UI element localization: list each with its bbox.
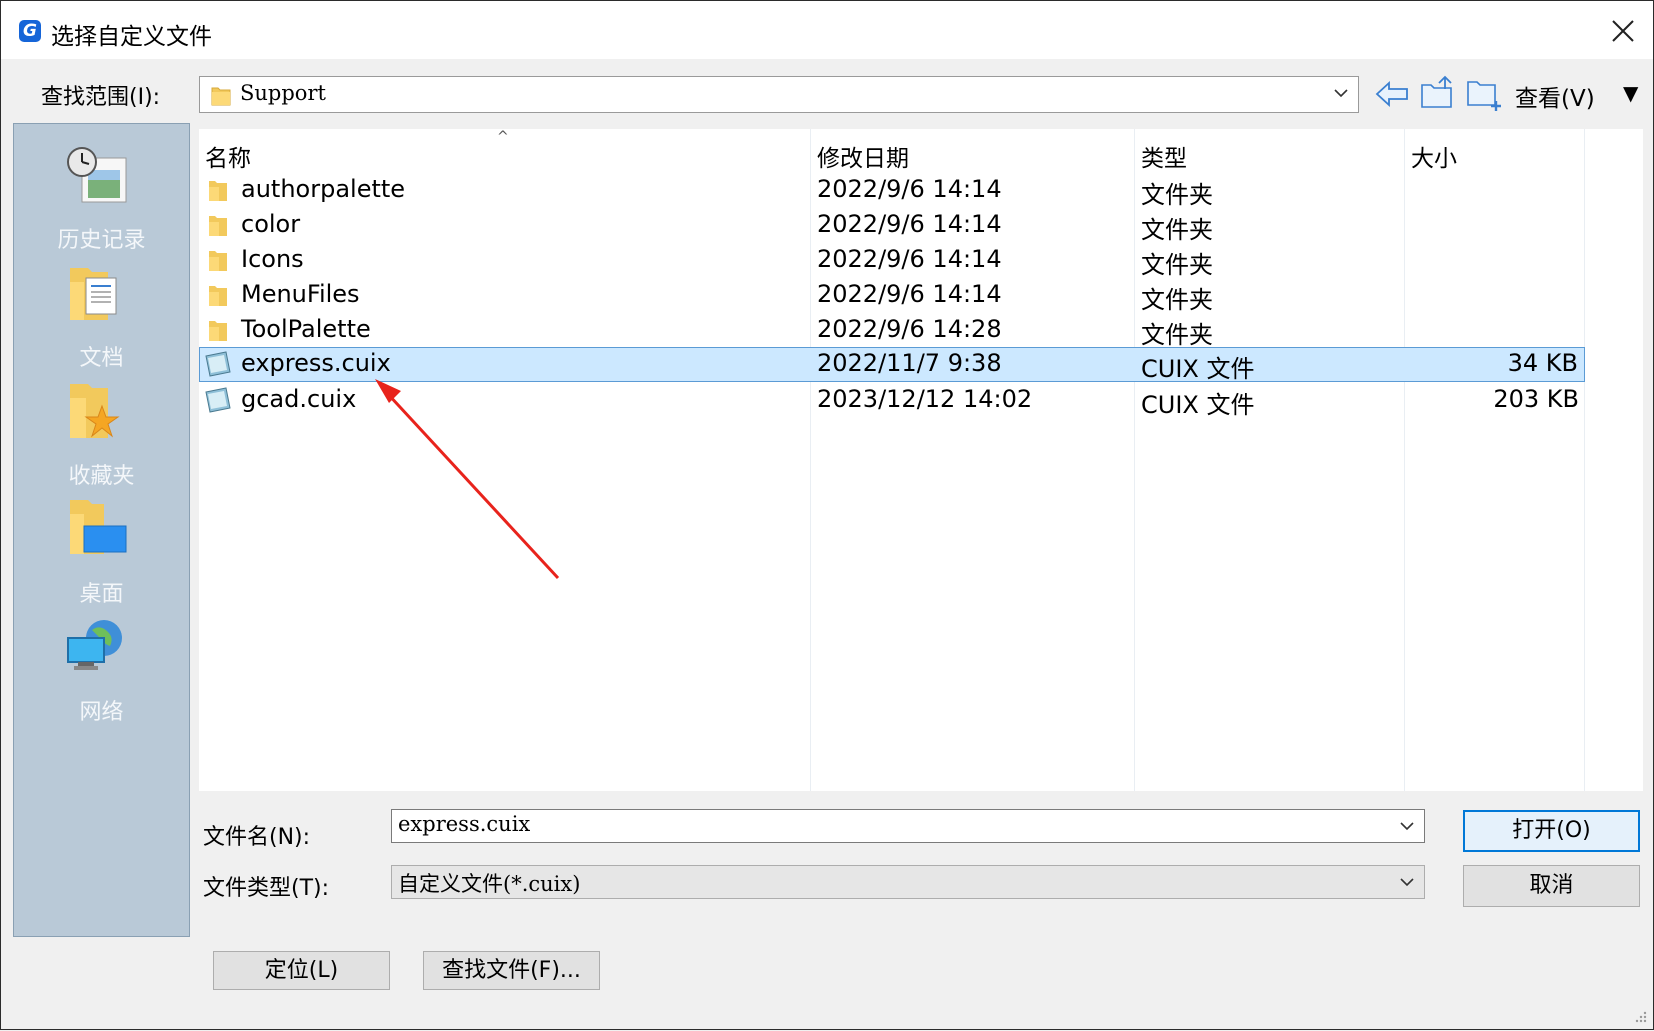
column-header-name[interactable]: 名称 bbox=[205, 139, 251, 173]
file-row[interactable]: ToolPalette 2022/9/6 14:28 文件夹 bbox=[199, 313, 1585, 349]
file-name: MenuFiles bbox=[241, 280, 360, 308]
folder-icon bbox=[209, 216, 227, 236]
file-modified: 2022/9/6 14:28 bbox=[817, 315, 1002, 343]
file-row[interactable]: Icons 2022/9/6 14:14 文件夹 bbox=[199, 243, 1585, 279]
file-row[interactable]: MenuFiles 2022/9/6 14:14 文件夹 bbox=[199, 278, 1585, 314]
file-modified: 2022/9/6 14:14 bbox=[817, 175, 1002, 203]
chevron-down-icon bbox=[1400, 878, 1414, 887]
file-modified: 2023/12/12 14:02 bbox=[817, 385, 1033, 413]
file-name: authorpalette bbox=[241, 175, 406, 203]
folder-icon bbox=[209, 321, 227, 341]
new-folder-icon bbox=[1467, 81, 1501, 111]
folder-icon bbox=[209, 251, 227, 271]
file-type: 文件夹 bbox=[1141, 286, 1213, 314]
favorites-icon bbox=[70, 384, 120, 438]
place-history[interactable]: 历史记录 bbox=[14, 132, 189, 253]
filename-label: 文件名(N): bbox=[203, 825, 311, 850]
close-icon bbox=[1612, 20, 1634, 42]
filetype-label: 文件类型(T): bbox=[203, 876, 330, 901]
cuix-file-icon bbox=[205, 351, 231, 377]
place-desktop[interactable]: 桌面 bbox=[14, 486, 189, 607]
file-list[interactable]: 名称 ^ 修改日期 类型 大小 authorpalette 2022/9/6 1… bbox=[199, 129, 1643, 791]
file-name: ToolPalette bbox=[241, 315, 371, 343]
up-folder-button[interactable] bbox=[1419, 75, 1457, 113]
locate-button[interactable]: 定位(L) bbox=[213, 951, 390, 990]
close-button[interactable] bbox=[1597, 11, 1645, 51]
file-type: 文件夹 bbox=[1141, 216, 1213, 244]
up-folder-icon bbox=[1421, 75, 1452, 108]
file-dialog-window: G 选择自定义文件 查找范围(I): Support 查看(V) ▼ 历史记录 … bbox=[0, 0, 1654, 1030]
file-row[interactable]: authorpalette 2022/9/6 14:14 文件夹 bbox=[199, 173, 1585, 209]
cancel-button[interactable]: 取消 bbox=[1463, 865, 1640, 907]
place-network[interactable]: 网络 bbox=[14, 604, 189, 725]
file-modified: 2022/11/7 9:38 bbox=[817, 349, 1002, 377]
file-size: 203 KB bbox=[1493, 385, 1579, 413]
file-row[interactable]: color 2022/9/6 14:14 文件夹 bbox=[199, 208, 1585, 244]
column-header-type[interactable]: 类型 bbox=[1141, 139, 1187, 173]
file-modified: 2022/9/6 14:14 bbox=[817, 280, 1002, 308]
documents-icon bbox=[70, 268, 117, 320]
sort-ascending-icon: ^ bbox=[497, 129, 509, 145]
view-menu-button[interactable]: 查看(V) bbox=[1515, 79, 1595, 113]
lookin-combo[interactable]: Support bbox=[199, 76, 1359, 113]
file-row[interactable]: gcad.cuix 2023/12/12 14:02 CUIX 文件 203 K… bbox=[199, 383, 1585, 419]
lookin-value: Support bbox=[240, 81, 326, 105]
file-row-selected[interactable]: express.cuix 2022/11/7 9:38 CUIX 文件 34 K… bbox=[199, 347, 1585, 383]
folder-icon bbox=[211, 87, 231, 106]
app-logo-icon: G bbox=[19, 20, 41, 42]
cuix-file-icon bbox=[205, 387, 231, 413]
places-bar: 历史记录 文档 收藏夹 桌面 网络 bbox=[13, 123, 190, 937]
desktop-icon bbox=[70, 500, 127, 554]
file-modified: 2022/9/6 14:14 bbox=[817, 210, 1002, 238]
place-label: 网络 bbox=[79, 700, 124, 725]
new-folder-button[interactable] bbox=[1465, 75, 1503, 113]
file-type: CUIX 文件 bbox=[1141, 391, 1255, 419]
find-file-button[interactable]: 查找文件(F)... bbox=[423, 951, 600, 990]
dialog-title: 选择自定义文件 bbox=[51, 24, 212, 50]
file-size: 34 KB bbox=[1507, 349, 1578, 377]
filetype-value: 自定义文件(*.cuix) bbox=[398, 872, 581, 896]
column-header-modified[interactable]: 修改日期 bbox=[817, 139, 909, 173]
chevron-down-icon bbox=[1400, 822, 1414, 831]
place-favorites[interactable]: 收藏夹 bbox=[14, 368, 189, 489]
lookin-label: 查找范围(I): bbox=[41, 85, 161, 110]
history-icon bbox=[67, 147, 127, 203]
resize-grip-icon[interactable] bbox=[1631, 1009, 1649, 1027]
column-header-size[interactable]: 大小 bbox=[1411, 139, 1457, 173]
chevron-down-icon bbox=[1334, 89, 1348, 98]
filename-input[interactable]: express.cuix bbox=[391, 809, 1425, 843]
file-modified: 2022/9/6 14:14 bbox=[817, 245, 1002, 273]
file-name: gcad.cuix bbox=[241, 385, 357, 413]
place-documents[interactable]: 文档 bbox=[14, 250, 189, 371]
filetype-select[interactable]: 自定义文件(*.cuix) bbox=[391, 865, 1425, 899]
file-name: color bbox=[241, 210, 301, 238]
file-name: express.cuix bbox=[241, 349, 391, 377]
back-button[interactable] bbox=[1373, 75, 1411, 113]
file-type: 文件夹 bbox=[1141, 181, 1213, 209]
back-arrow-icon bbox=[1375, 80, 1408, 108]
folder-icon bbox=[209, 181, 227, 201]
file-type: 文件夹 bbox=[1141, 251, 1213, 279]
open-button[interactable]: 打开(O) bbox=[1463, 810, 1640, 852]
network-icon bbox=[67, 620, 122, 670]
folder-icon bbox=[209, 286, 227, 306]
view-dropdown-arrow-icon[interactable]: ▼ bbox=[1623, 81, 1638, 105]
title-bar: G 选择自定义文件 bbox=[1, 1, 1653, 59]
file-name: Icons bbox=[241, 245, 304, 273]
filename-value: express.cuix bbox=[398, 812, 531, 836]
file-type: CUIX 文件 bbox=[1141, 355, 1255, 383]
file-type: 文件夹 bbox=[1141, 321, 1213, 349]
